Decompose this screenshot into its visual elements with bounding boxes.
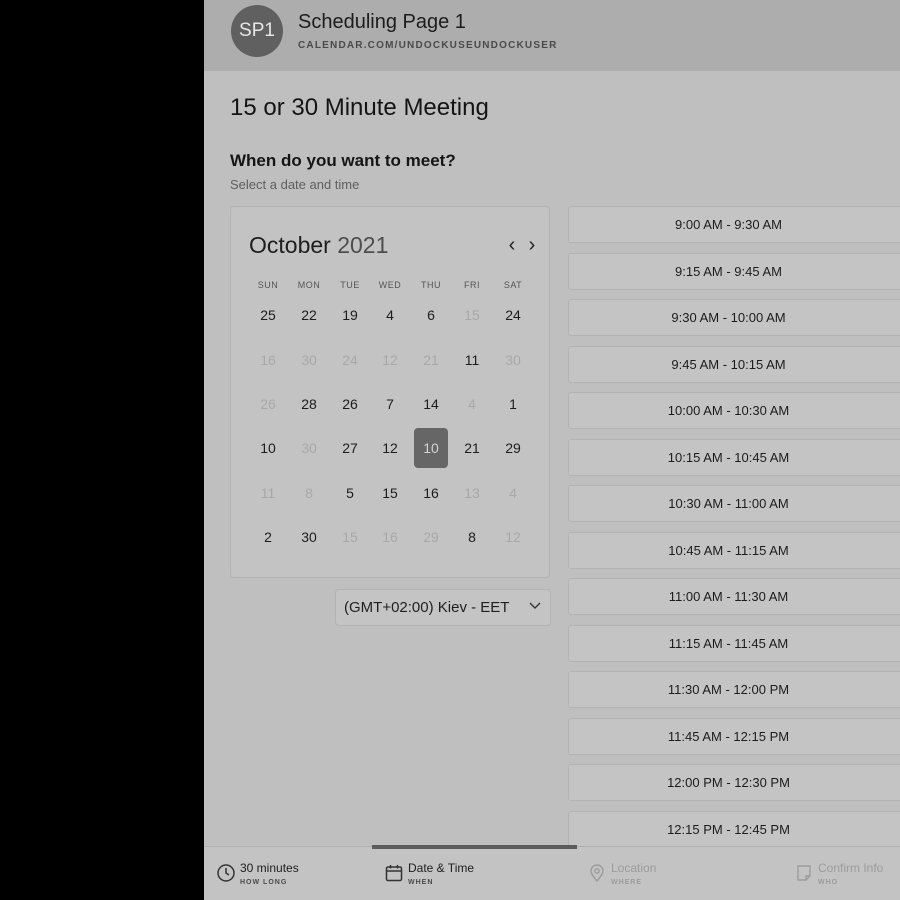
weekday-header: TUE bbox=[340, 280, 360, 290]
step-date-time-label: Date & Time bbox=[408, 861, 475, 875]
calendar-day[interactable]: 28 bbox=[292, 384, 326, 424]
weekday-header: WED bbox=[378, 280, 402, 290]
calendar-icon bbox=[385, 865, 403, 882]
weekday-header: SAT bbox=[503, 280, 523, 290]
scheduling-page-name: Scheduling Page 1 bbox=[298, 11, 466, 33]
calendar-day: 16 bbox=[382, 529, 398, 545]
calendar-day[interactable]: 25 bbox=[251, 295, 285, 335]
time-slot-button[interactable]: 10:15 AM - 10:45 AM bbox=[568, 438, 900, 476]
chevron-left-icon: ‹ bbox=[508, 234, 516, 256]
calendar-day[interactable]: 6 bbox=[414, 295, 448, 335]
calendar-day: 26 bbox=[260, 396, 276, 412]
calendar-day: 30 bbox=[301, 440, 317, 456]
chevron-right-icon: › bbox=[528, 234, 536, 256]
calendar-day[interactable]: 16 bbox=[414, 473, 448, 513]
calendar-day[interactable]: 7 bbox=[373, 384, 407, 424]
avatar: SP1 bbox=[231, 5, 283, 57]
calendar-day[interactable]: 22 bbox=[292, 295, 326, 335]
calendar-day: 16 bbox=[260, 352, 276, 368]
step-duration-sub: HOW LONG bbox=[240, 879, 288, 886]
date-picker-calendar: October 2021 ‹ › SUN MON TUE WED THU FRI SAT 25… bbox=[230, 206, 550, 578]
time-slot-button[interactable]: 10:30 AM - 11:00 AM bbox=[568, 485, 900, 522]
calendar-day[interactable]: 27 bbox=[333, 428, 367, 468]
meeting-title: 15 or 30 Minute Meeting bbox=[230, 94, 489, 121]
time-slot-button[interactable]: 9:45 AM - 10:15 AM bbox=[568, 345, 900, 383]
calendar-day: 30 bbox=[505, 352, 521, 368]
calendar-day[interactable]: 21 bbox=[455, 428, 489, 468]
prev-month-button[interactable]: ‹ bbox=[504, 233, 520, 257]
step-progress-indicator bbox=[372, 845, 577, 849]
calendar-day: 8 bbox=[305, 485, 313, 501]
time-slot-button[interactable]: 11:30 AM - 12:00 PM bbox=[568, 671, 900, 708]
time-slot-button[interactable]: 9:30 AM - 10:00 AM bbox=[568, 299, 900, 336]
step-confirm-info-label: Confirm Info bbox=[818, 861, 884, 875]
chevron-down-icon bbox=[529, 598, 541, 614]
document-icon bbox=[797, 865, 811, 881]
timezone-value: (GMT+02:00) Kiev - EET bbox=[344, 599, 510, 616]
weekday-header: THU bbox=[421, 280, 441, 290]
calendar-day: 15 bbox=[342, 529, 358, 545]
step-location-sub: WHERE bbox=[611, 879, 643, 886]
step-date-time-sub: WHEN bbox=[408, 879, 434, 886]
time-slot-button[interactable]: 9:15 AM - 9:45 AM bbox=[568, 252, 900, 290]
calendar-day[interactable]: 15 bbox=[373, 473, 407, 513]
calendar-day[interactable]: 12 bbox=[373, 428, 407, 468]
calendar-day[interactable]: 14 bbox=[414, 384, 448, 424]
time-slot-button[interactable]: 9:00 AM - 9:30 AM bbox=[568, 206, 900, 243]
location-pin-icon bbox=[590, 864, 604, 883]
calendar-day-selected[interactable]: 10 bbox=[414, 428, 448, 468]
timezone-select[interactable]: (GMT+02:00) Kiev - EET bbox=[335, 589, 551, 626]
time-slot-button[interactable]: 12:00 PM - 12:30 PM bbox=[568, 764, 900, 801]
header: SP1 Scheduling Page 1 CALENDAR.COM/UNDOC… bbox=[204, 0, 900, 71]
time-slot-button[interactable]: 12:15 PM - 12:45 PM bbox=[568, 810, 900, 848]
step-duration-label: 30 minutes bbox=[240, 861, 299, 875]
calendar-day[interactable]: 26 bbox=[333, 384, 367, 424]
scheduling-app: SP1 Scheduling Page 1 CALENDAR.COM/UNDOC… bbox=[204, 0, 900, 900]
calendar-day[interactable]: 4 bbox=[373, 295, 407, 335]
calendar-day[interactable]: 19 bbox=[333, 295, 367, 335]
time-slot-button[interactable]: 10:00 AM - 10:30 AM bbox=[568, 392, 900, 429]
time-slot-button[interactable]: 11:00 AM - 11:30 AM bbox=[568, 578, 900, 615]
calendar-day: 12 bbox=[505, 529, 521, 545]
next-month-button[interactable]: › bbox=[524, 233, 540, 257]
calendar-day: 30 bbox=[301, 352, 317, 368]
calendar-day: 11 bbox=[260, 485, 276, 501]
calendar-month-year: October 2021 bbox=[249, 232, 388, 259]
scheduling-page-url: CALENDAR.COM/UNDOCKUSEUNDOCKUSER bbox=[298, 40, 558, 51]
calendar-month: October bbox=[249, 232, 331, 258]
weekday-header: MON bbox=[297, 280, 321, 290]
calendar-day: 15 bbox=[464, 307, 480, 323]
time-slot-button[interactable]: 10:45 AM - 11:15 AM bbox=[568, 531, 900, 569]
calendar-day[interactable]: 2 bbox=[251, 517, 285, 557]
calendar-day[interactable]: 10 bbox=[251, 428, 285, 468]
prompt-hint: Select a date and time bbox=[230, 177, 360, 192]
booking-steps-footer: 30 minutes HOW LONG Date & Time WHEN Loc… bbox=[204, 845, 900, 900]
weekday-header: FRI bbox=[464, 280, 480, 290]
calendar-day: 24 bbox=[342, 352, 358, 368]
calendar-day[interactable]: 8 bbox=[455, 517, 489, 557]
time-slot-button[interactable]: 11:45 AM - 12:15 PM bbox=[568, 717, 900, 755]
calendar-day: 12 bbox=[382, 352, 398, 368]
calendar-day: 4 bbox=[468, 396, 476, 412]
calendar-day: 13 bbox=[464, 485, 480, 501]
calendar-day[interactable]: 30 bbox=[292, 517, 326, 557]
calendar-day[interactable]: 24 bbox=[496, 295, 530, 335]
calendar-day: 29 bbox=[423, 529, 439, 545]
calendar-day[interactable]: 1 bbox=[496, 384, 530, 424]
calendar-day[interactable]: 11 bbox=[455, 340, 489, 380]
calendar-day[interactable]: 29 bbox=[496, 428, 530, 468]
time-slot-button[interactable]: 11:15 AM - 11:45 AM bbox=[568, 624, 900, 662]
calendar-day: 4 bbox=[509, 485, 517, 501]
step-location-label: Location bbox=[611, 861, 657, 875]
weekday-header: SUN bbox=[257, 280, 279, 290]
clock-icon bbox=[217, 864, 235, 882]
calendar-day: 21 bbox=[423, 352, 439, 368]
calendar-year: 2021 bbox=[337, 232, 389, 258]
step-confirm-info-sub: WHO bbox=[818, 879, 839, 886]
prompt-title: When do you want to meet? bbox=[230, 151, 456, 170]
calendar-day[interactable]: 5 bbox=[333, 473, 367, 513]
